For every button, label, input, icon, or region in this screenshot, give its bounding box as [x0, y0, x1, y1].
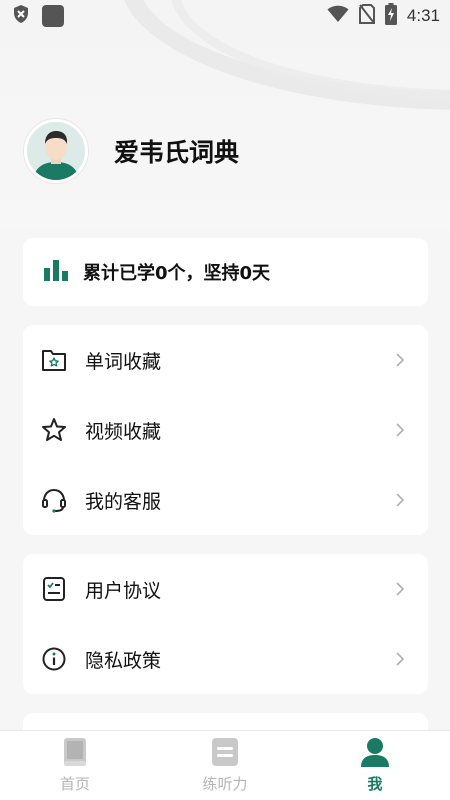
tab-home[interactable]: 首页	[0, 731, 150, 800]
menu-item-label: 用户协议	[85, 579, 162, 602]
menu-item-label: 单词收藏	[85, 350, 162, 373]
shield-x-icon	[12, 4, 30, 28]
menu-group-favorites: 单词收藏 视频收藏 我的客服	[23, 325, 428, 535]
chevron-right-icon	[394, 492, 406, 508]
book-icon	[62, 737, 88, 771]
menu-item-label: 隐私政策	[85, 649, 162, 672]
tab-label: 我	[367, 775, 383, 793]
star-icon	[41, 417, 67, 443]
menu-item-label: 视频收藏	[85, 420, 162, 443]
tab-listening[interactable]: 练听力	[150, 731, 300, 800]
chevron-right-icon	[394, 422, 406, 438]
folder-star-icon	[41, 347, 67, 373]
bar-chart-icon	[43, 259, 69, 285]
menu-item-video-favorites[interactable]: 视频收藏	[23, 395, 428, 465]
menu-item-word-favorites[interactable]: 单词收藏	[23, 325, 428, 395]
menu-item-privacy-policy[interactable]: 隐私政策	[23, 624, 428, 694]
tab-label: 练听力	[202, 775, 248, 793]
person-icon	[360, 737, 390, 771]
app-square-icon	[42, 5, 64, 27]
no-sim-icon	[358, 4, 375, 28]
learning-stats-text: 累计已学0个，坚持0天	[83, 263, 271, 284]
menu-item-label: 我的客服	[85, 490, 162, 513]
chevron-right-icon	[394, 352, 406, 368]
menu-item-customer-service[interactable]: 我的客服	[23, 465, 428, 535]
checklist-icon	[41, 576, 67, 602]
chevron-right-icon	[394, 581, 406, 597]
tab-label: 首页	[59, 775, 90, 793]
username: 爱韦氏词典	[114, 138, 240, 167]
status-bar: 4:31	[0, 0, 450, 32]
menu-item-user-agreement[interactable]: 用户协议	[23, 554, 428, 624]
menu-group-legal: 用户协议 隐私政策	[23, 554, 428, 694]
document-icon	[211, 737, 239, 771]
user-avatar-icon[interactable]	[24, 119, 88, 183]
chevron-right-icon	[394, 651, 406, 667]
info-icon	[41, 646, 67, 672]
bottom-tab-bar: 首页 练听力 我	[0, 730, 450, 800]
headset-icon	[41, 487, 67, 513]
battery-charging-icon	[384, 3, 397, 29]
background-decoration	[0, 0, 450, 230]
wifi-icon	[327, 5, 349, 27]
status-time: 4:31	[406, 6, 440, 25]
learning-stats-card: 累计已学0个，坚持0天	[23, 238, 428, 306]
profile-header[interactable]: 爱韦氏词典	[24, 118, 239, 184]
tab-me[interactable]: 我	[300, 731, 450, 800]
